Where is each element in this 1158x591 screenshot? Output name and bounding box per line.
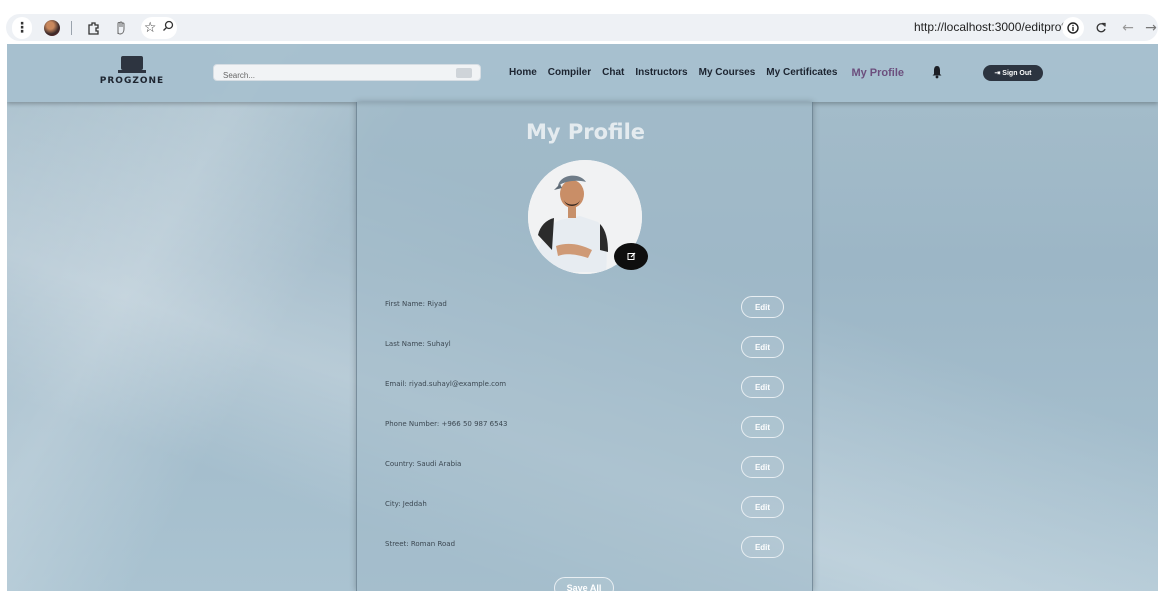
star-icon[interactable]: ☆ (144, 20, 157, 36)
field-row-city: City: Jeddah Edit (385, 496, 785, 518)
country-label: Country: Saudi Arabia (385, 460, 462, 468)
logo-text: PROGZONE (99, 76, 165, 86)
url-text[interactable]: http://localhost:3000/editprof (914, 20, 1065, 34)
nav-my-courses[interactable]: My Courses (699, 67, 756, 79)
phone-label: Phone Number: +966 50 987 6543 (385, 420, 508, 428)
nav-my-profile[interactable]: My Profile (851, 67, 904, 79)
nav-compiler[interactable]: Compiler (548, 67, 591, 79)
hand-icon[interactable] (110, 17, 132, 39)
nav-links: Home Compiler Chat Instructors My Course… (509, 67, 915, 79)
search-button-icon[interactable] (456, 68, 472, 78)
edit-country-button[interactable]: Edit (741, 456, 784, 478)
search-box (213, 64, 481, 83)
reload-icon[interactable] (1092, 17, 1110, 39)
site-logo[interactable]: PROGZONE (97, 56, 167, 92)
field-row-phone: Phone Number: +966 50 987 6543 Edit (385, 416, 785, 438)
field-row-street: Street: Roman Road Edit (385, 536, 785, 558)
nav-home[interactable]: Home (509, 67, 537, 79)
first-name-label: First Name: Riyad (385, 300, 447, 308)
search-input[interactable] (214, 68, 480, 83)
forward-icon[interactable]: → (1144, 17, 1158, 39)
edit-email-button[interactable]: Edit (741, 376, 784, 398)
street-label: Street: Roman Road (385, 540, 456, 548)
page-background: PROGZONE Home Compiler Chat Instructors … (7, 44, 1158, 591)
save-all-button[interactable]: Save All (554, 577, 614, 591)
edit-avatar-icon[interactable] (614, 243, 648, 270)
edit-phone-button[interactable]: Edit (741, 416, 784, 438)
profile-panel: My Profile First Name: Riyad Edit Last N… (356, 102, 813, 591)
zoom-icon[interactable] (162, 20, 174, 36)
nav-chat[interactable]: Chat (602, 67, 624, 79)
bell-icon[interactable] (931, 65, 943, 79)
edit-city-button[interactable]: Edit (741, 496, 784, 518)
profile-avatar-icon[interactable] (41, 17, 63, 39)
city-label: City: Jeddah (385, 500, 427, 508)
last-name-label: Last Name: Suhayl (385, 340, 451, 348)
field-row-email: Email: riyad.suhayl@example.com Edit (385, 376, 785, 398)
nav-my-certificates[interactable]: My Certificates (766, 67, 837, 79)
field-row-first-name: First Name: Riyad Edit (385, 296, 785, 318)
sign-out-button[interactable]: ⇥ Sign Out (983, 65, 1043, 81)
info-icon[interactable] (1062, 17, 1084, 39)
laptop-logo-icon (118, 56, 146, 73)
bookmark-controls: ☆ (141, 17, 177, 39)
email-label: Email: riyad.suhayl@example.com (385, 380, 507, 388)
edit-last-name-button[interactable]: Edit (741, 336, 784, 358)
browser-toolbar: ⋮ ☆ http://localhost:3000/editprof ← → (0, 0, 1158, 44)
field-row-last-name: Last Name: Suhayl Edit (385, 336, 785, 358)
toolbar-divider (71, 21, 72, 35)
field-row-country: Country: Saudi Arabia Edit (385, 456, 785, 478)
edit-street-button[interactable]: Edit (741, 536, 784, 558)
menu-icon[interactable]: ⋮ (12, 17, 32, 39)
nav-instructors[interactable]: Instructors (635, 67, 687, 79)
site-navbar: PROGZONE Home Compiler Chat Instructors … (7, 44, 1158, 102)
edit-first-name-button[interactable]: Edit (741, 296, 784, 318)
extensions-icon[interactable] (83, 17, 105, 39)
back-icon[interactable]: ← (1119, 17, 1137, 39)
page-title: My Profile (525, 120, 646, 144)
